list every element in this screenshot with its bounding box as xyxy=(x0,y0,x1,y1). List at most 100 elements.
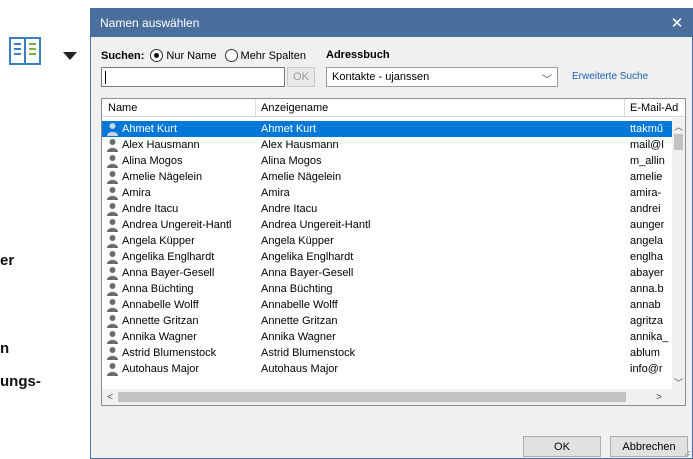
contact-person-icon xyxy=(107,187,118,200)
contact-row[interactable]: Astrid Blumenstock Astrid Blumenstock ablu… xyxy=(102,345,675,361)
contact-row[interactable]: Alina Mogos Alina Mogos m_allin xyxy=(102,153,675,169)
contact-row[interactable]: Ahmet Kurt Ahmet Kurt ttakmű xyxy=(102,121,675,137)
radio-selected-icon[interactable] xyxy=(150,49,164,62)
contact-row[interactable]: Annika Wagner Annika Wagner annika_ xyxy=(102,329,675,345)
contact-name: Annika Wagner xyxy=(122,331,197,343)
contact-email: mail@l xyxy=(630,139,664,151)
column-divider[interactable] xyxy=(624,99,625,117)
contact-name: Andrea Ungereit-Hantl xyxy=(122,219,232,231)
contact-name: Amira xyxy=(122,187,151,199)
contact-display-name: Angelika Englhardt xyxy=(261,251,354,263)
contact-email: angela xyxy=(630,235,664,247)
contact-row[interactable]: Amelie Nägelein Amelie Nägelein amelie xyxy=(102,169,675,185)
contact-display-name: Annika Wagner xyxy=(261,331,336,343)
contact-name: Autohaus Major xyxy=(122,363,200,375)
contact-display-name: Anna Bayer-Gesell xyxy=(261,267,354,279)
contact-person-icon xyxy=(107,219,118,232)
addressbook-label: Adressbuch xyxy=(326,49,390,61)
contact-row[interactable]: Andrea Ungereit-Hantl Andrea Ungereit-Han… xyxy=(102,217,675,233)
contact-display-name: Alex Hausmann xyxy=(261,139,339,151)
chevron-down-icon[interactable]: ﹀ xyxy=(542,71,552,86)
contacts-list[interactable]: Name Anzeigename E-Mail-Ad Ahmet Kurt Ahm… xyxy=(101,98,686,406)
search-options-row: Suchen: Nur Name Mehr Spalten xyxy=(101,49,314,62)
contact-row[interactable]: Annette Gritzan Annette Gritzan agritza xyxy=(102,313,675,329)
contact-display-name: Angela Küpper xyxy=(261,235,334,247)
contact-display-name: Astrid Blumenstock xyxy=(261,347,356,359)
contact-name: Anna Büchting xyxy=(122,283,194,295)
contact-row[interactable]: Annabelle Wolff Annabelle Wolff annab xyxy=(102,297,675,313)
contact-person-icon xyxy=(107,171,118,184)
search-ok-button[interactable]: OK xyxy=(287,67,315,87)
contact-name: Astrid Blumenstock xyxy=(122,347,217,359)
contact-display-name: Annette Gritzan xyxy=(261,315,338,327)
contact-name: Andre Itacu xyxy=(122,203,179,215)
scroll-down-icon[interactable]: ﹀ xyxy=(672,375,685,389)
contact-email: info@r xyxy=(630,363,663,375)
contact-row[interactable]: Anna Büchting Anna Büchting anna.b xyxy=(102,281,675,297)
search-label: Suchen: xyxy=(101,49,145,62)
contact-email: annab xyxy=(630,299,661,311)
scroll-up-icon[interactable]: ︿ xyxy=(672,119,685,133)
contact-email: annika_ xyxy=(630,331,669,343)
contact-email: amira- xyxy=(630,187,662,199)
contact-name: Alex Hausmann xyxy=(122,139,200,151)
contact-name: Alina Mogos xyxy=(122,155,183,167)
contact-row[interactable]: Amira Amira amira- xyxy=(102,185,675,201)
list-header: Name Anzeigename E-Mail-Ad xyxy=(102,99,685,117)
scrollbar-corner xyxy=(672,389,685,405)
contact-display-name: Andre Itacu xyxy=(261,203,318,215)
dropdown-caret-icon[interactable] xyxy=(63,52,77,60)
contact-person-icon xyxy=(107,363,118,376)
resize-grip-icon[interactable] xyxy=(682,448,690,456)
contact-person-icon xyxy=(107,235,118,248)
contact-row[interactable]: Andre Itacu Andre Itacu andrei xyxy=(102,201,675,217)
addressbook-selected-value: Kontakte - ujanssen xyxy=(332,71,430,83)
contact-person-icon xyxy=(107,299,118,312)
scroll-thumb[interactable] xyxy=(674,134,683,150)
contact-row[interactable]: Angela Küpper Angela Küpper angela xyxy=(102,233,675,249)
scroll-left-icon[interactable]: < xyxy=(103,389,117,405)
contact-row[interactable]: Anna Bayer-Gesell Anna Bayer-Gesell abayer xyxy=(102,265,675,281)
contact-email: agritza xyxy=(630,315,664,327)
contact-display-name: Amelie Nägelein xyxy=(261,171,342,183)
scroll-right-icon[interactable]: > xyxy=(652,389,666,405)
radio-unselected-icon[interactable] xyxy=(224,49,238,62)
background-text-fragment: er xyxy=(0,252,15,269)
search-input[interactable] xyxy=(101,67,285,87)
contact-email: andrei xyxy=(630,203,661,215)
addressbook-select[interactable]: Kontakte - ujanssen ﹀ xyxy=(326,67,558,87)
close-icon[interactable]: ✕ xyxy=(662,9,692,37)
contact-name: Angela Küpper xyxy=(122,235,195,247)
contact-row[interactable]: Angelika Englhardt Angelika Englhardt engl… xyxy=(102,249,675,265)
advanced-search-link[interactable]: Erweiterte Suche xyxy=(572,71,648,82)
contact-display-name: Andrea Ungereit-Hantl xyxy=(261,219,371,231)
cancel-button[interactable]: Abbrechen xyxy=(610,436,688,457)
contact-email: abayer xyxy=(630,267,664,279)
column-divider[interactable] xyxy=(255,99,256,117)
vertical-scrollbar[interactable]: ︿ ﹀ xyxy=(672,118,685,389)
radio-more-columns-label: Mehr Spalten xyxy=(240,49,306,62)
scroll-thumb-horizontal[interactable] xyxy=(118,392,626,402)
column-header-name[interactable]: Name xyxy=(108,102,137,114)
contact-display-name: Anna Büchting xyxy=(261,283,333,295)
horizontal-scrollbar[interactable]: < > xyxy=(102,389,674,405)
contact-name: Angelika Englhardt xyxy=(122,251,215,263)
column-header-display-name[interactable]: Anzeigename xyxy=(261,102,328,114)
address-book-icon[interactable] xyxy=(9,37,41,65)
contact-row[interactable]: Alex Hausmann Alex Hausmann mail@l xyxy=(102,137,675,153)
contact-email: m_allin xyxy=(630,155,665,167)
ok-button[interactable]: OK xyxy=(523,436,601,457)
contact-person-icon xyxy=(107,155,118,168)
radio-more-columns[interactable]: Mehr Spalten xyxy=(224,49,306,62)
radio-name-only[interactable]: Nur Name xyxy=(150,49,217,62)
contact-person-icon xyxy=(107,283,118,296)
contact-email: anna.b xyxy=(630,283,664,295)
column-header-email[interactable]: E-Mail-Ad xyxy=(630,102,685,114)
contact-name: Ahmet Kurt xyxy=(122,123,178,135)
contact-row[interactable]: Autohaus Major Autohaus Major info@r xyxy=(102,361,675,377)
background-text-fragment: n xyxy=(0,340,10,357)
contact-display-name: Annabelle Wolff xyxy=(261,299,338,311)
contact-person-icon xyxy=(107,331,118,344)
contact-email: englha xyxy=(630,251,664,263)
contact-display-name: Alina Mogos xyxy=(261,155,322,167)
